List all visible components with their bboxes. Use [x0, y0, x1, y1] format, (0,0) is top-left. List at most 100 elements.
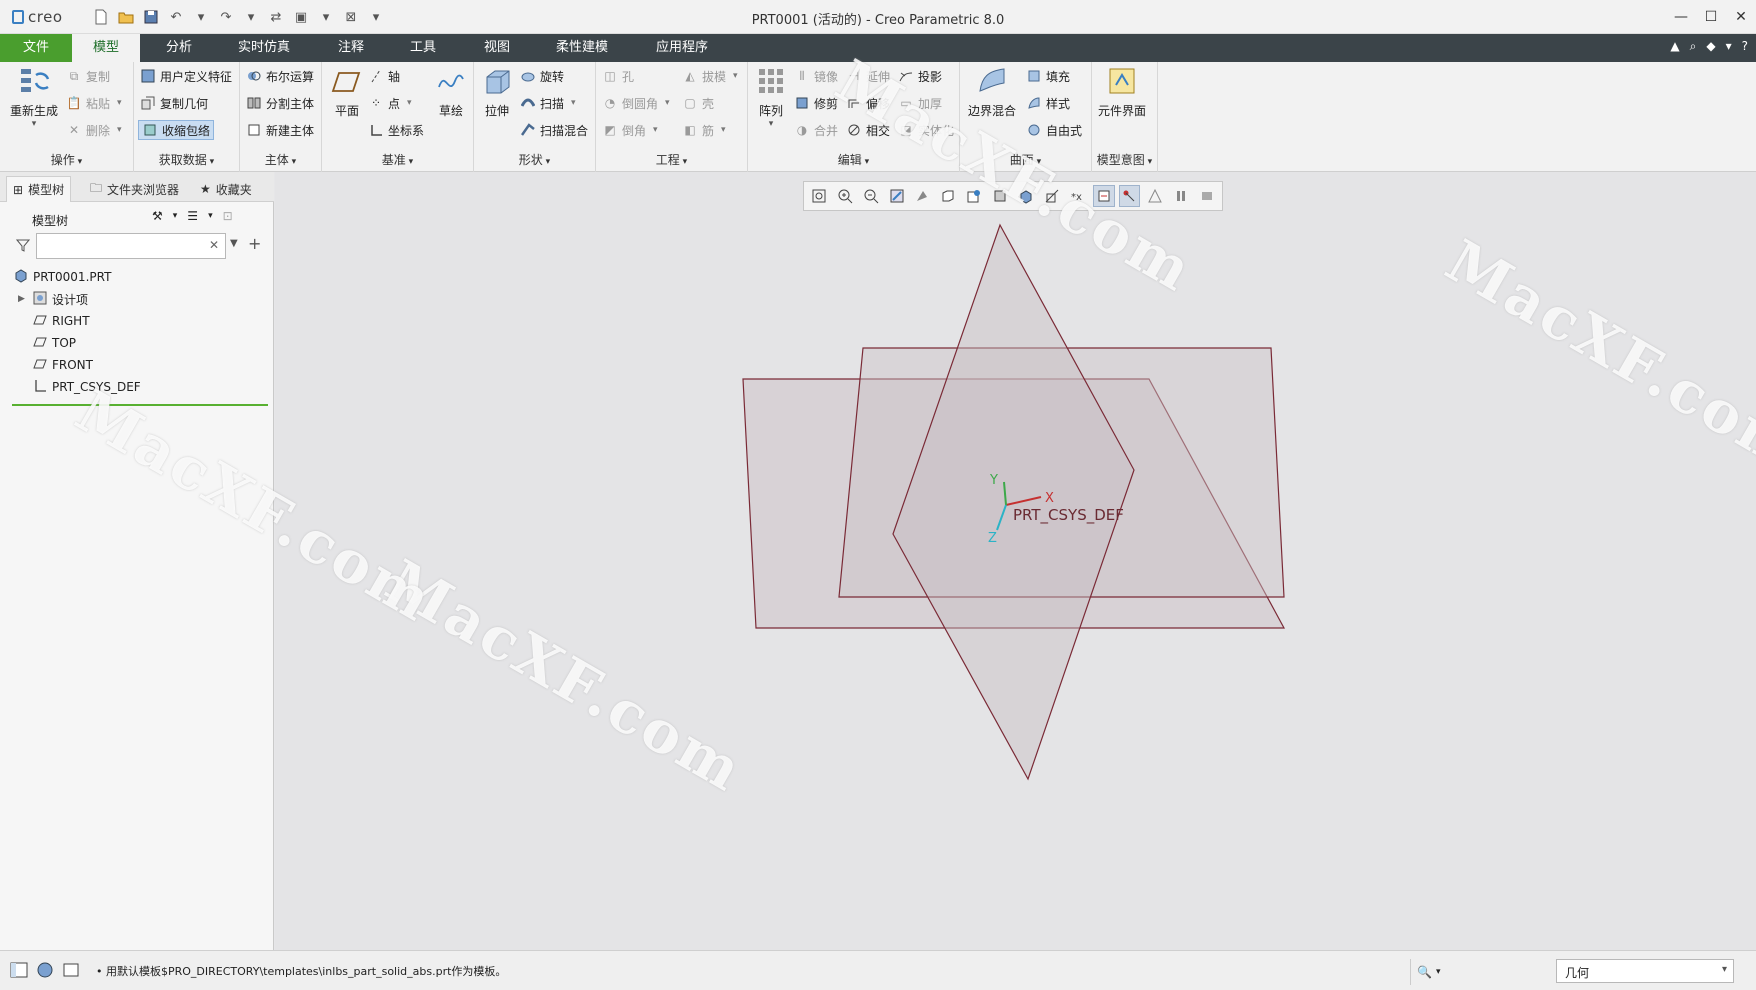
windows-dropdown-icon[interactable]: ▾ — [317, 8, 335, 26]
annotation-display-icon[interactable] — [1118, 185, 1141, 207]
draft-button[interactable]: ◭ 拔模 — [682, 66, 738, 86]
csys-button[interactable]: 坐标系 — [368, 120, 424, 140]
project-button[interactable]: 投影 — [898, 66, 942, 86]
customize-qat-icon[interactable]: ▾ — [367, 8, 385, 26]
chamfer-button[interactable]: ◩ 倒角 — [602, 120, 658, 140]
close-icon[interactable]: ✕ — [1726, 0, 1756, 34]
intersect-button[interactable]: 相交 — [846, 120, 890, 140]
tab-file[interactable]: 文件 — [0, 34, 72, 62]
appearance-icon[interactable] — [1144, 185, 1166, 207]
tab-folder-browser[interactable]: 🗀 文件夹浏览器 — [84, 176, 185, 202]
group-label-datum[interactable]: 基准 — [322, 151, 473, 168]
redo-dropdown-icon[interactable]: ▾ — [242, 8, 260, 26]
learning-icon[interactable]: ◆ — [1706, 39, 1715, 54]
maximize-icon[interactable]: ☐ — [1696, 0, 1726, 34]
tree-node-front[interactable]: FRONT — [14, 354, 268, 376]
component-interface-button[interactable]: 元件界面 — [1098, 64, 1146, 119]
tree-node-prt0001-prt[interactable]: PRT0001.PRT — [14, 266, 268, 288]
group-label-model-intent[interactable]: 模型意图 — [1092, 151, 1157, 168]
regenerate-icon[interactable]: ⇄ — [267, 8, 285, 26]
graphics-window[interactable]: X Y Z PRT_CSYS_DEF *x MacXF.com MacXF.co… — [65, 47, 1756, 950]
swept-blend-button[interactable]: 扫描混合 — [520, 120, 588, 140]
udf-button[interactable]: 用户定义特征 — [140, 66, 232, 86]
tree-columns-icon[interactable]: ☰ — [187, 209, 198, 223]
fill-button[interactable]: 填充 — [1026, 66, 1070, 86]
group-label-get-data[interactable]: 获取数据 — [134, 151, 239, 168]
tab-live-simulation[interactable]: 实时仿真 — [226, 34, 302, 62]
full-screen-icon[interactable] — [62, 961, 80, 982]
expand-icon[interactable]: ▶ — [18, 294, 28, 304]
split-body-button[interactable]: 分割主体 — [246, 93, 314, 113]
group-label-shapes[interactable]: 形状 — [474, 151, 595, 168]
datum-display-icon[interactable]: *x — [1067, 185, 1089, 207]
copy-geometry-button[interactable]: 复制几何 — [140, 93, 208, 113]
undo-icon[interactable]: ↶ — [167, 8, 185, 26]
new-body-button[interactable]: 新建主体 — [246, 120, 314, 140]
merge-button[interactable]: ◑ 合并 — [794, 120, 838, 140]
delete-button[interactable]: ✕ 删除 — [66, 120, 122, 140]
save-icon[interactable] — [142, 8, 160, 26]
clear-search-icon[interactable]: ✕ — [209, 238, 219, 252]
boolean-button[interactable]: 布尔运算 — [246, 66, 314, 86]
shrinkwrap-button[interactable]: 收缩包络 — [138, 120, 215, 140]
refit-icon[interactable] — [808, 185, 830, 207]
filter-icon[interactable] — [15, 238, 31, 255]
minimize-ribbon-icon[interactable]: ▲ — [1670, 39, 1679, 54]
offset-button[interactable]: 偏移 — [846, 93, 890, 113]
group-label-engineering[interactable]: 工程 — [596, 151, 747, 168]
section-icon[interactable] — [1041, 185, 1063, 207]
dropdown-icon[interactable]: ▾ — [1726, 39, 1732, 54]
pause-icon[interactable] — [1170, 185, 1192, 207]
round-button[interactable]: ◔ 倒圆角 — [602, 93, 670, 113]
tree-search-input[interactable] — [36, 233, 226, 259]
hole-button[interactable]: ◫ 孔 — [602, 66, 634, 86]
windows-icon[interactable]: ▣ — [292, 8, 310, 26]
plane-button[interactable]: 平面 — [330, 64, 364, 119]
orient-mode-icon[interactable] — [912, 185, 934, 207]
spin-center-icon[interactable] — [1092, 185, 1115, 207]
open-folder-icon[interactable] — [117, 8, 135, 26]
find-icon[interactable]: 🔍 — [1417, 965, 1432, 979]
style-button[interactable]: 样式 — [1026, 93, 1070, 113]
perspective-icon[interactable] — [989, 185, 1011, 207]
revolve-button[interactable]: 旋转 — [520, 66, 564, 86]
redo-icon[interactable]: ↷ — [217, 8, 235, 26]
tree-settings-dropdown-icon[interactable]: ▾ — [173, 211, 178, 221]
group-label-surfaces[interactable]: 曲面 — [960, 151, 1091, 168]
solidify-button[interactable]: ◪ 实体化 — [898, 120, 954, 140]
rib-button[interactable]: ◧ 筋 — [682, 120, 726, 140]
search-icon[interactable]: ⌕ — [1690, 39, 1697, 54]
repaint-icon[interactable] — [886, 185, 908, 207]
boundary-blend-button[interactable]: 边界混合 — [968, 64, 1016, 119]
axis-button[interactable]: 轴 — [368, 66, 400, 86]
tab-model-tree[interactable]: ⊞ 模型树 — [6, 176, 72, 202]
saved-orientations-icon[interactable] — [937, 185, 959, 207]
group-label-editing[interactable]: 编辑 — [748, 151, 959, 168]
tab-favorites[interactable]: ★ 收藏夹 — [194, 176, 258, 202]
selection-filter-select[interactable]: 几何 — [1556, 959, 1734, 983]
play-icon[interactable] — [1196, 185, 1218, 207]
tab-annotate[interactable]: 注释 — [320, 34, 382, 62]
sweep-button[interactable]: 扫描 — [520, 93, 576, 113]
view-manager-icon[interactable] — [963, 185, 985, 207]
thicken-button[interactable]: ▭ 加厚 — [898, 93, 942, 113]
tab-flexible-modeling[interactable]: 柔性建模 — [546, 34, 618, 62]
search-dropdown-icon[interactable]: ▼ — [230, 238, 238, 249]
tab-model[interactable]: 模型 — [72, 34, 140, 62]
undo-dropdown-icon[interactable]: ▾ — [192, 8, 210, 26]
tree-node-prt-csys-def[interactable]: PRT_CSYS_DEF — [14, 376, 268, 398]
toggle-browser-icon[interactable] — [36, 961, 54, 982]
tab-analysis[interactable]: 分析 — [148, 34, 210, 62]
extrude-button[interactable]: 拉伸 — [480, 64, 514, 119]
trim-button[interactable]: 修剪 — [794, 93, 838, 113]
close-window-icon[interactable]: ⊠ — [342, 8, 360, 26]
tree-node-design-items[interactable]: ▶ 设计项 — [14, 288, 268, 310]
shell-button[interactable]: ▢ 壳 — [682, 93, 714, 113]
copy-button[interactable]: ⧉ 复制 — [66, 66, 110, 86]
freestyle-button[interactable]: 自由式 — [1026, 120, 1082, 140]
tab-tools[interactable]: 工具 — [392, 34, 454, 62]
pattern-button[interactable]: 阵列 ▾ — [754, 64, 788, 129]
zoom-in-icon[interactable] — [834, 185, 856, 207]
tab-view[interactable]: 视图 — [466, 34, 528, 62]
toggle-navigator-icon[interactable] — [10, 961, 28, 982]
